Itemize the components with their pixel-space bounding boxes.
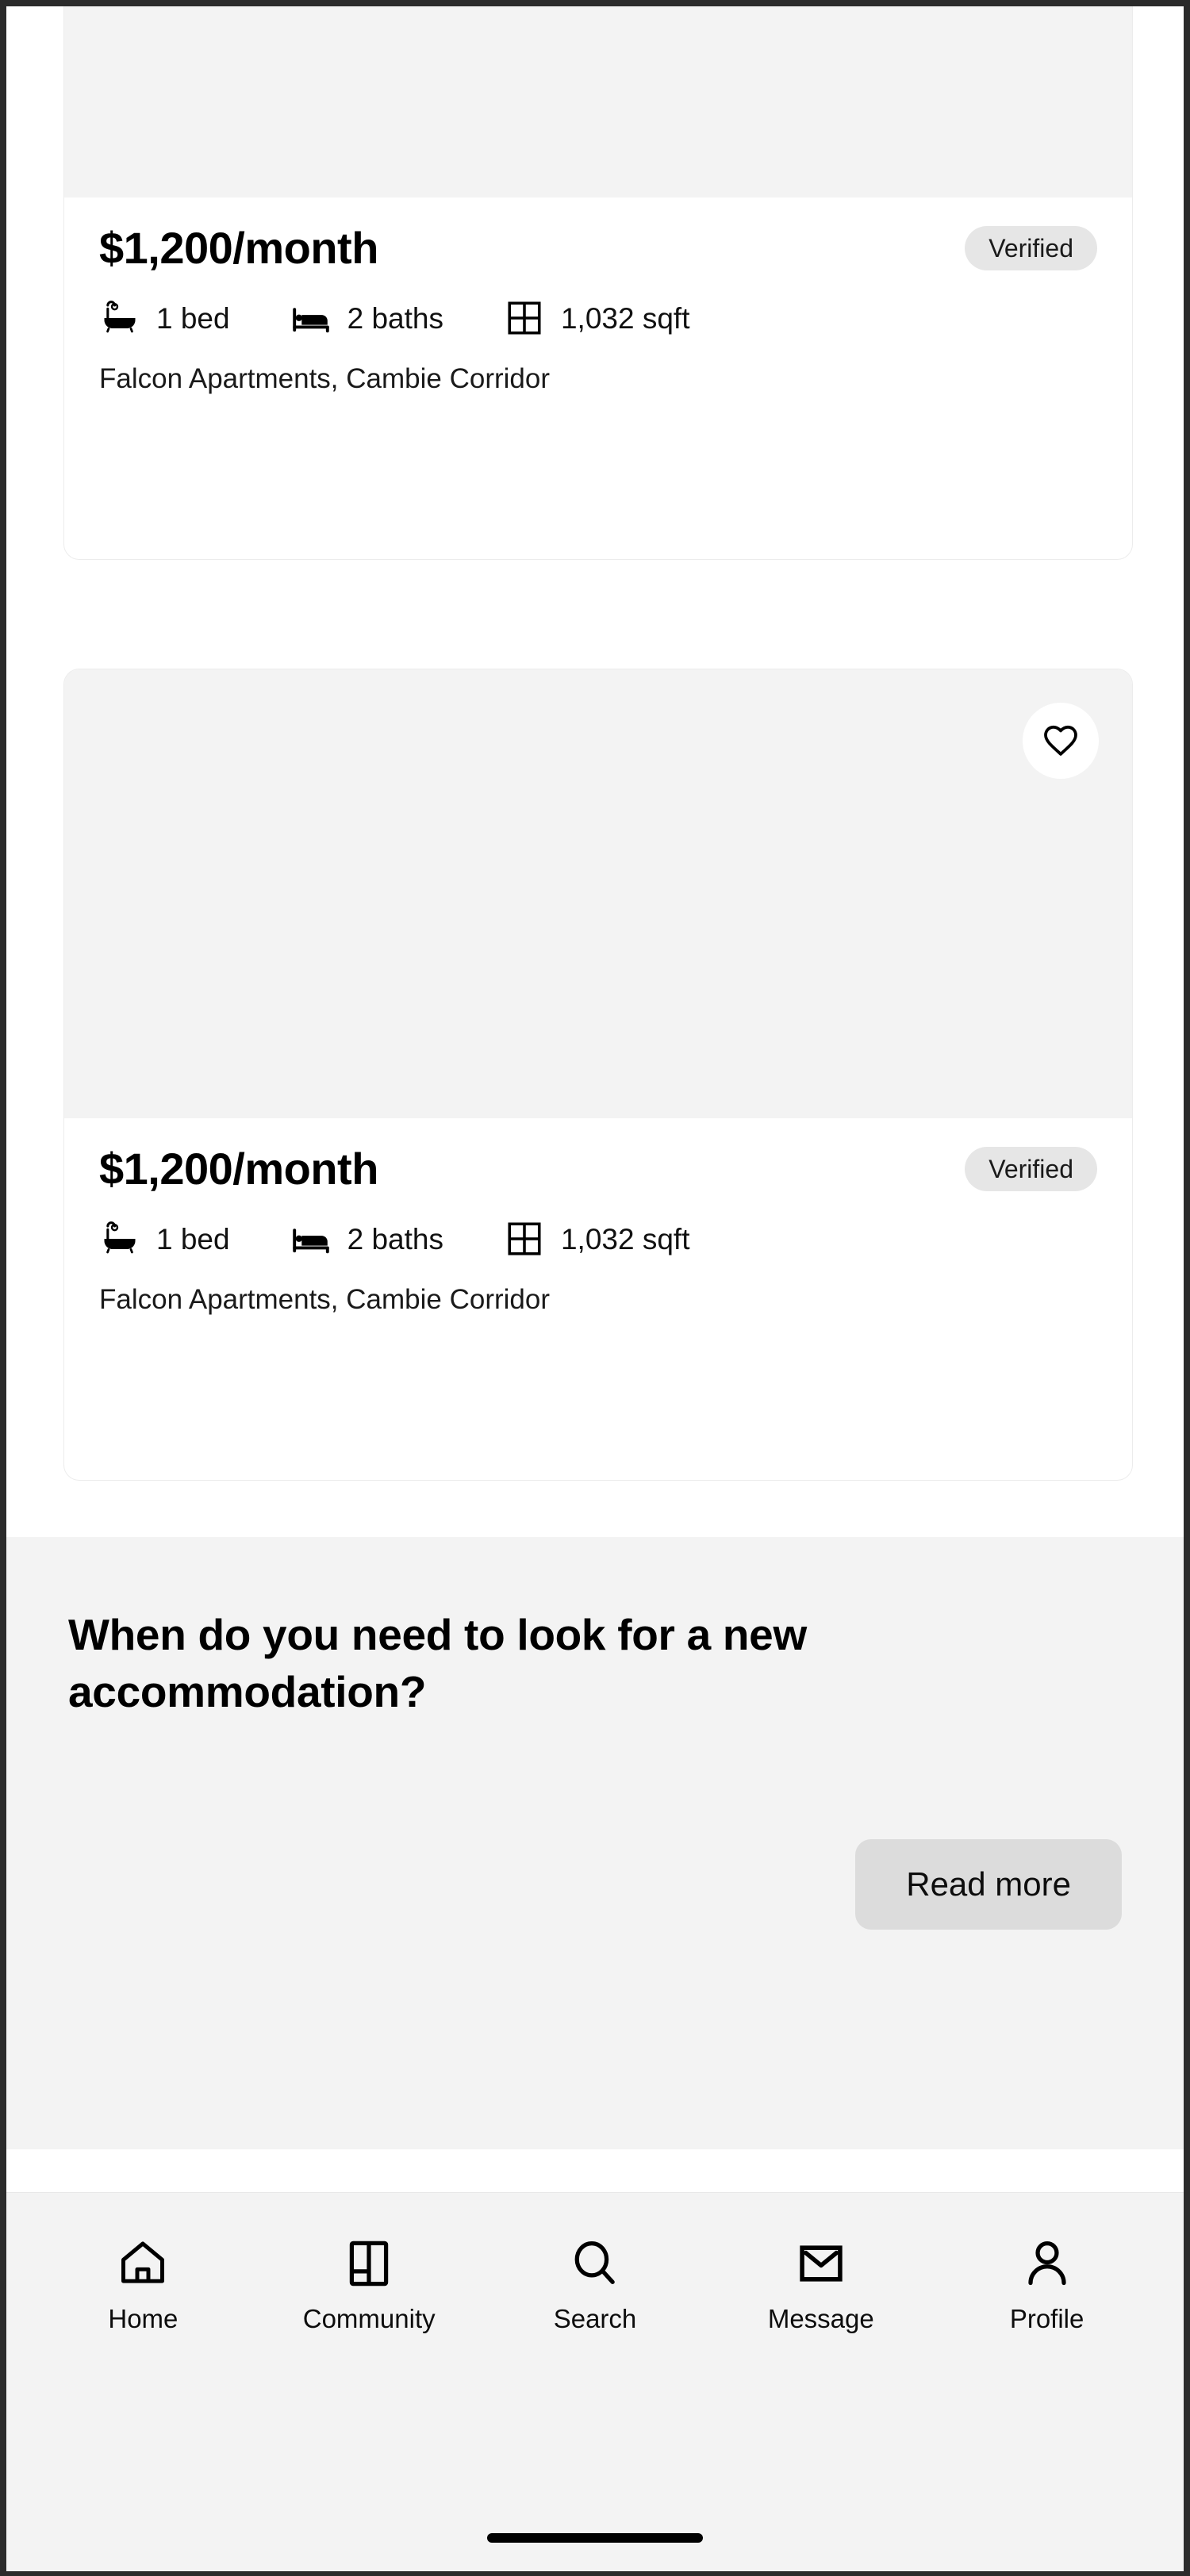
- listing-price: $1,200/month: [99, 1144, 378, 1194]
- nav-item-community[interactable]: Community: [256, 2234, 482, 2332]
- feature-area-label: 1,032 sqft: [560, 1222, 690, 1255]
- screen: $1,200/month Verified 1 bed 2 baths 1,03…: [6, 6, 1184, 2571]
- status-badge: Verified: [965, 1147, 1097, 1191]
- prompt-actions: Read more: [68, 1839, 1122, 1930]
- nav-label-profile: Profile: [1009, 2304, 1084, 2333]
- feature-baths: 2 baths: [290, 297, 443, 339]
- feature-beds: 1 bed: [99, 1218, 230, 1259]
- area-grid-icon: [504, 297, 545, 339]
- community-book-icon: [341, 2234, 397, 2293]
- bottom-navigation-bar: Home Community Search Message Profile: [6, 2192, 1184, 2571]
- feature-baths: 2 baths: [290, 1218, 443, 1259]
- listing-features: 1 bed 2 baths 1,032 sqft: [99, 1218, 1097, 1259]
- listing-details: $1,200/month Verified 1 bed 2 baths 1,03…: [64, 197, 1132, 431]
- feature-area: 1,032 sqft: [504, 297, 690, 339]
- prompt-title: When do you need to look for a new accom…: [68, 1610, 807, 1716]
- bathtub-icon: [99, 297, 140, 339]
- feature-beds-label: 1 bed: [156, 1222, 230, 1255]
- read-more-button[interactable]: Read more: [855, 1839, 1122, 1930]
- listing-card[interactable]: $1,200/month Verified 1 bed 2 baths 1,03…: [63, 6, 1133, 560]
- home-icon: [115, 2234, 171, 2293]
- message-envelope-icon: [793, 2234, 849, 2293]
- nav-label-message: Message: [767, 2304, 874, 2333]
- nav-label-community: Community: [302, 2304, 436, 2333]
- price-row: $1,200/month Verified: [99, 226, 1097, 270]
- nav-item-home[interactable]: Home: [30, 2234, 256, 2332]
- prompt-section: When do you need to look for a new accom…: [6, 1537, 1184, 2149]
- area-grid-icon: [504, 1218, 545, 1259]
- feature-beds-label: 1 bed: [156, 301, 230, 335]
- nav-label-home: Home: [108, 2304, 178, 2333]
- nav-items: Home Community Search Message Profile: [6, 2193, 1184, 2332]
- profile-person-icon: [1019, 2234, 1075, 2293]
- bed-icon: [290, 1218, 332, 1259]
- listing-image-placeholder: [64, 669, 1132, 1118]
- listing-card[interactable]: $1,200/month Verified 1 bed 2 baths 1,03…: [63, 669, 1133, 1481]
- listing-image-placeholder: [64, 6, 1132, 197]
- bathtub-icon: [99, 1218, 140, 1259]
- status-badge: Verified: [965, 226, 1097, 270]
- feature-baths-label: 2 baths: [347, 1222, 443, 1255]
- device-frame: $1,200/month Verified 1 bed 2 baths 1,03…: [0, 0, 1190, 2576]
- price-row: $1,200/month Verified: [99, 1147, 1097, 1191]
- nav-label-search: Search: [553, 2304, 637, 2333]
- listing-details: $1,200/month Verified 1 bed 2 baths 1,03…: [64, 1118, 1132, 1351]
- nav-item-search[interactable]: Search: [482, 2234, 708, 2332]
- nav-item-message[interactable]: Message: [708, 2234, 934, 2332]
- bed-icon: [290, 297, 332, 339]
- feature-baths-label: 2 baths: [347, 301, 443, 335]
- home-indicator: [487, 2533, 703, 2543]
- listing-address: Falcon Apartments, Cambie Corridor: [99, 1284, 550, 1315]
- favorite-button[interactable]: [1023, 703, 1099, 779]
- listing-features: 1 bed 2 baths 1,032 sqft: [99, 297, 1097, 339]
- feature-area: 1,032 sqft: [504, 1218, 690, 1259]
- feature-area-label: 1,032 sqft: [560, 301, 690, 335]
- feature-beds: 1 bed: [99, 297, 230, 339]
- listing-address: Falcon Apartments, Cambie Corridor: [99, 363, 550, 394]
- listing-price: $1,200/month: [99, 223, 378, 273]
- heart-outline-icon: [1042, 722, 1080, 760]
- search-icon: [567, 2234, 623, 2293]
- nav-item-profile[interactable]: Profile: [934, 2234, 1160, 2332]
